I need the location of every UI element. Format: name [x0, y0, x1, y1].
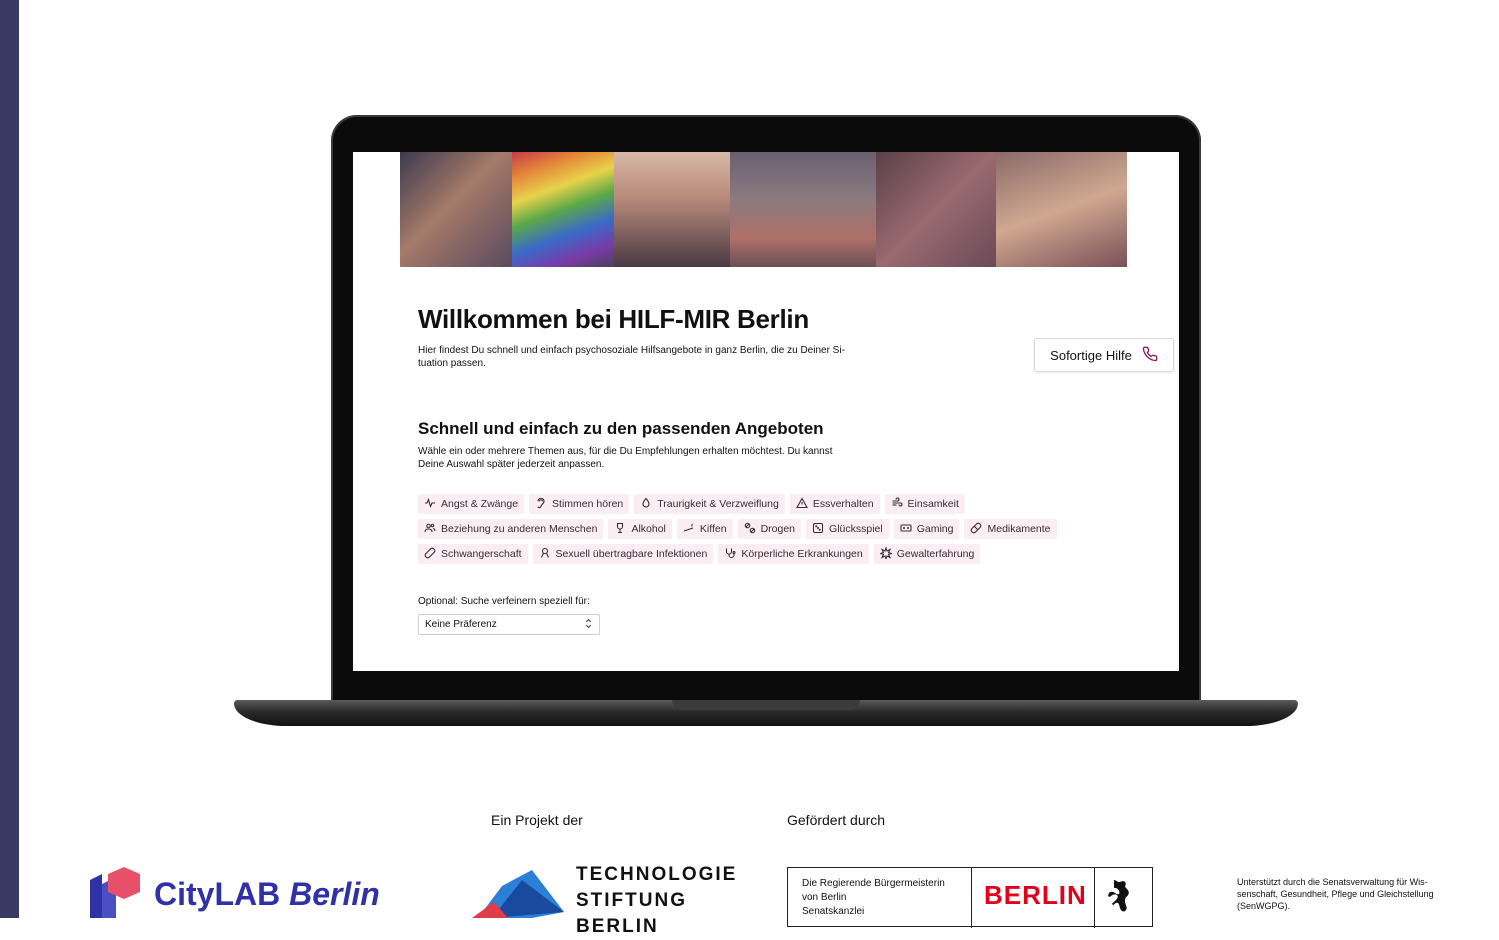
- triangle-icon: [795, 496, 808, 512]
- preference-label: Optional: Suche verfeinern speziell für:: [418, 596, 590, 607]
- topic-chip[interactable]: Medikamente: [964, 519, 1057, 539]
- hero-collage: [400, 152, 1127, 267]
- senate-support-note: Unterstützt durch die Senatsverwaltung f…: [1237, 877, 1434, 911]
- gamepad-icon: [900, 522, 912, 537]
- phone-icon: [1142, 346, 1158, 365]
- ribbon-icon: [539, 547, 551, 562]
- topic-chip-list: Angst & Zwänge Stimmen hören Traurigkeit…: [418, 494, 1068, 564]
- topic-chip[interactable]: Kiffen: [676, 519, 733, 539]
- topic-label: Angst & Zwänge: [441, 498, 519, 510]
- topic-chip[interactable]: Einsamkeit: [884, 494, 965, 514]
- stethoscope-icon: [724, 547, 736, 562]
- capsule-icon: [970, 522, 982, 537]
- topic-label: Kiffen: [699, 523, 727, 535]
- topic-chip[interactable]: Angst & Zwänge: [418, 494, 525, 514]
- berlin-wordmark: BERLIN: [984, 880, 1087, 910]
- topic-chip[interactable]: Essverhalten: [789, 494, 880, 514]
- section-title: Schnell und einfach zu den passenden Ang…: [418, 419, 824, 438]
- topic-label: Sexuell übertragbare Infektionen: [555, 548, 708, 560]
- topic-chip[interactable]: Drogen: [737, 519, 802, 539]
- topic-chip[interactable]: Traurigkeit & Verzweiflung: [634, 494, 785, 514]
- chevron-updown-icon: [584, 618, 593, 632]
- citylab-logo: CityLAB Berlin: [86, 866, 380, 923]
- citylab-mark-icon: [86, 866, 142, 923]
- hero-photo-friends: [614, 152, 730, 267]
- divider: [971, 868, 972, 928]
- topic-chip[interactable]: Glücksspiel: [806, 519, 889, 539]
- topic-chip[interactable]: Stimmen hören: [529, 494, 630, 514]
- topic-chip[interactable]: Beziehung zu anderen Menschen: [418, 519, 604, 539]
- hero-photo-hands: [400, 152, 512, 267]
- berlin-senate-logo: Die Regierende Bürgermeisterin von Berli…: [787, 867, 1153, 928]
- citylab-wordmark: CityLAB Berlin: [154, 876, 380, 912]
- preference-select[interactable]: Keine Präferenz: [418, 614, 600, 635]
- hero-photo-street: [730, 152, 876, 267]
- topic-label: Traurigkeit & Verzweiflung: [657, 498, 779, 510]
- technologiestiftung-mark-icon: [472, 870, 564, 918]
- preference-value: Keine Präferenz: [425, 619, 497, 630]
- topic-chip[interactable]: Alkohol: [608, 519, 672, 539]
- burst-icon: [878, 545, 893, 562]
- topic-chip[interactable]: Sexuell übertragbare Infektionen: [532, 544, 714, 564]
- divider: [1094, 868, 1095, 928]
- topic-label: Stimmen hören: [552, 498, 624, 510]
- people-icon: [424, 522, 436, 537]
- left-edge-strip: [0, 0, 19, 918]
- laptop-screen: Willkommen bei HILF-MIR Berlin Hier find…: [353, 152, 1179, 671]
- hero-photo-holding-hands: [876, 152, 996, 267]
- technologiestiftung-logo: TECHNOLOGIE STIFTUNG BERLIN: [472, 862, 735, 937]
- section-intro: Wähle ein oder mehrere Themen aus, für d…: [418, 446, 833, 470]
- ear-icon: [535, 497, 547, 512]
- topic-label: Alkohol: [631, 523, 666, 535]
- topic-label: Gewalterfahrung: [896, 548, 975, 560]
- drop-icon: [640, 497, 652, 512]
- pen-icon: [424, 547, 436, 562]
- laptop-notch: [672, 700, 860, 710]
- topic-chip[interactable]: Gaming: [893, 519, 960, 539]
- wind-icon: [891, 496, 903, 512]
- topic-chip[interactable]: Gewalterfahrung: [873, 544, 981, 564]
- dice-icon: [812, 522, 824, 537]
- pulse-icon: [424, 497, 436, 512]
- project-label: Ein Projekt der: [491, 812, 583, 828]
- topic-label: Schwangerschaft: [441, 548, 522, 560]
- page-intro: Hier findest Du schnell und einfach psyc…: [418, 345, 845, 369]
- immediate-help-label: Sofortige Hilfe: [1050, 347, 1132, 363]
- topic-label: Gaming: [916, 523, 954, 535]
- berlin-bear-icon: [1104, 878, 1132, 923]
- joint-icon: [683, 522, 695, 537]
- page-title: Willkommen bei HILF-MIR Berlin: [418, 304, 809, 334]
- topic-label: Drogen: [760, 523, 796, 535]
- topic-label: Glücksspiel: [829, 523, 883, 535]
- wine-icon: [614, 522, 626, 537]
- topic-label: Körperliche Erkrankungen: [741, 548, 863, 560]
- topic-label: Beziehung zu anderen Menschen: [441, 523, 598, 535]
- funded-label: Gefördert durch: [787, 812, 886, 828]
- topic-label: Medikamente: [987, 523, 1051, 535]
- topic-label: Einsamkeit: [907, 498, 959, 510]
- berlin-office-text: Die Regierende Bürgermeisterin von Berli…: [802, 878, 945, 917]
- technologiestiftung-wordmark: TECHNOLOGIE STIFTUNG BERLIN: [576, 864, 738, 937]
- topic-label: Essverhalten: [812, 498, 874, 510]
- hero-photo-rainbow-flag: [512, 152, 614, 267]
- hero-photo-woman: [996, 152, 1127, 267]
- pills-icon: [744, 522, 756, 537]
- immediate-help-button[interactable]: Sofortige Hilfe: [1034, 338, 1174, 372]
- topic-chip[interactable]: Schwangerschaft: [418, 544, 528, 564]
- topic-chip[interactable]: Körperliche Erkrankungen: [718, 544, 869, 564]
